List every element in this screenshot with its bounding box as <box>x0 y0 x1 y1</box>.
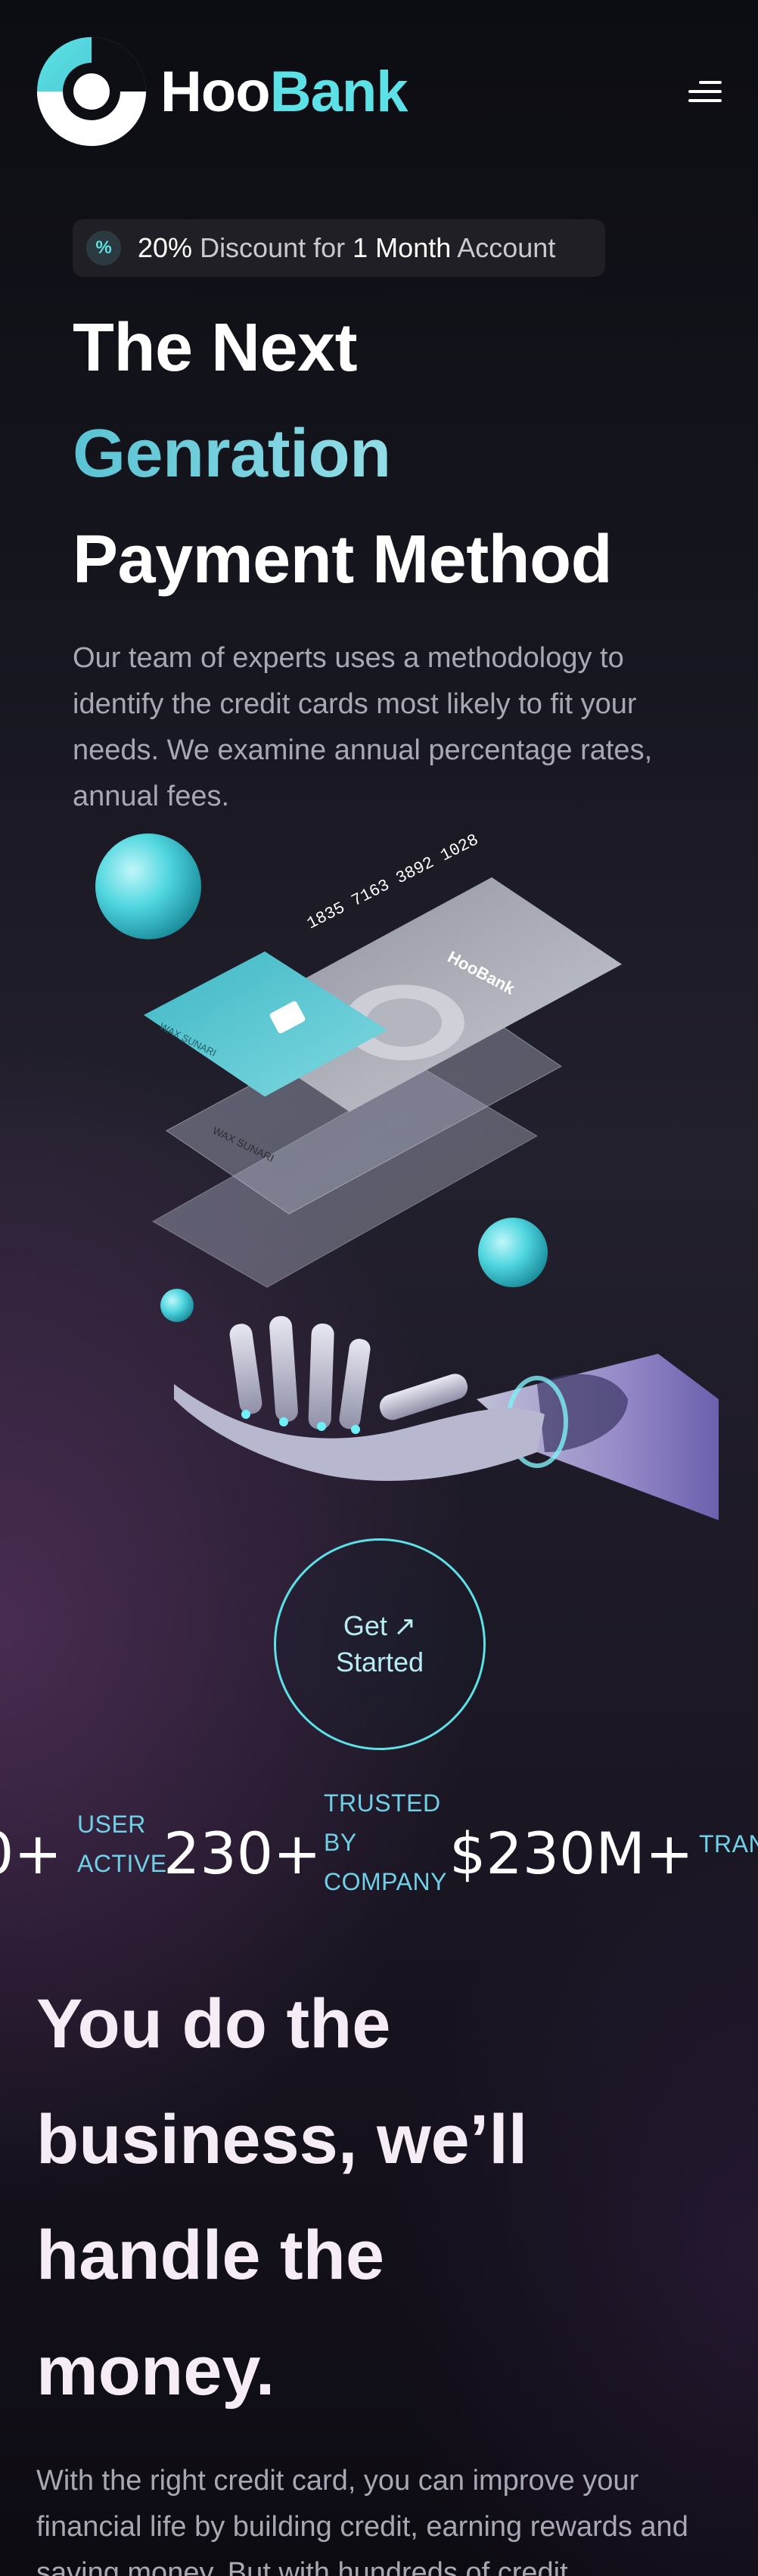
hero-title-line2: Genration <box>73 401 612 507</box>
logo[interactable]: HooBank <box>36 36 409 147</box>
logo-icon <box>37 37 146 146</box>
page: HooBank % 20% Discount for 1 Month Accou… <box>0 0 758 2576</box>
arrow-up-right-icon: ↗ <box>393 1610 417 1641</box>
stat-label-users: USER ACTIVE <box>77 1811 167 1877</box>
business-description: With the right credit card, you can impr… <box>36 2465 688 2576</box>
hero-description: Our team of experts uses a methodology t… <box>73 642 653 812</box>
hero-title-line3: Payment Method <box>73 522 613 597</box>
robot-finger <box>308 1323 334 1429</box>
stat-value-transactions: $230M+ <box>449 1820 694 1887</box>
robot-thumb <box>379 1373 468 1420</box>
hero-illustration: WAX SUNARI 1835 7163 3892 1028 HooBank W… <box>95 830 719 1520</box>
stat-label-companies: TRUSTED BY COMPANY <box>324 1789 447 1895</box>
menu-icon[interactable] <box>688 76 722 107</box>
business-heading: You do the business, we’ll handle the mo… <box>36 1985 528 2410</box>
robot-finger <box>269 1316 298 1422</box>
robot-finger <box>229 1324 263 1414</box>
discount-text: 20% Discount for 1 Month Account <box>138 232 556 263</box>
discount-badge: % 20% Discount for 1 Month Account <box>73 219 605 277</box>
stats-row: 0+ USER ACTIVE 230+ TRUSTED BY COMPANY $… <box>0 1785 758 1906</box>
sphere-medium <box>478 1218 548 1287</box>
navbar: HooBank <box>36 35 722 148</box>
hero-title: The Next Genration Payment Method <box>73 295 613 613</box>
logo-text: HooBank <box>160 59 409 124</box>
get-started-button[interactable]: Get ↗ Started <box>274 1538 486 1750</box>
stat-value-companies: 230+ <box>163 1820 322 1887</box>
stat-label-transactions: TRAN <box>699 1830 758 1858</box>
robot-finger <box>339 1339 371 1429</box>
hero-title-line1: The Next <box>73 310 358 386</box>
stat-value-users: 0+ <box>0 1820 63 1887</box>
sphere-small <box>160 1289 194 1322</box>
sphere-large <box>95 833 201 939</box>
percent-icon: % <box>86 231 121 265</box>
